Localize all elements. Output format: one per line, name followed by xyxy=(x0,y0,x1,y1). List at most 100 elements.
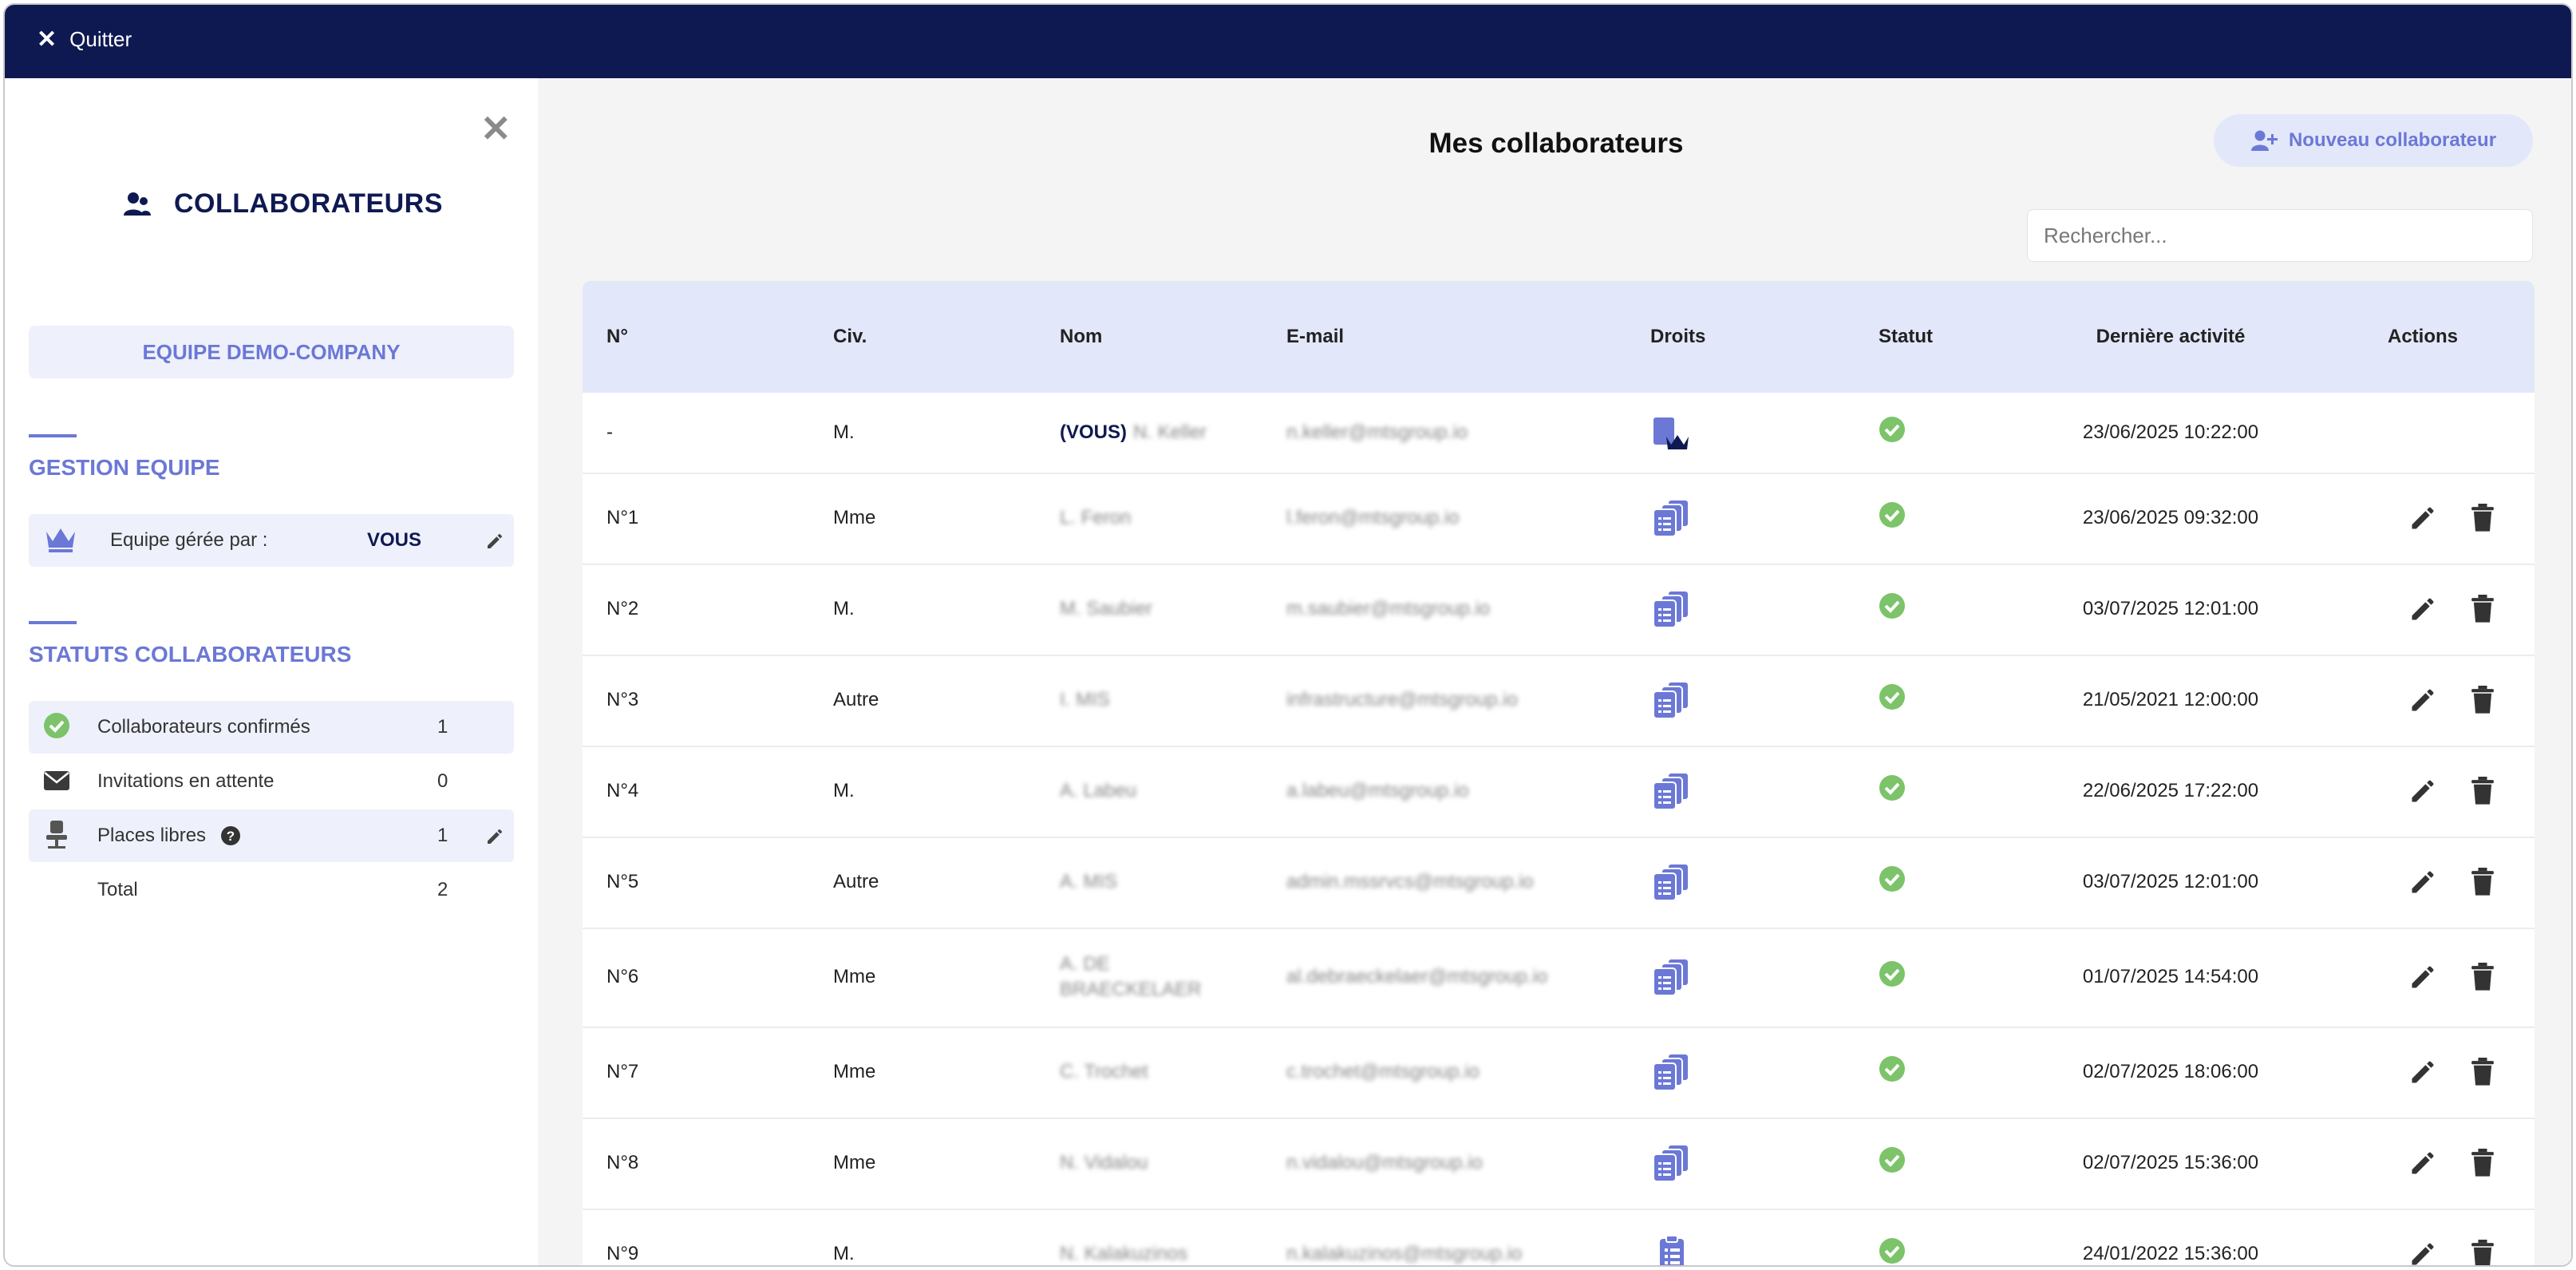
cell-email: l.feron@mtsgroup.io xyxy=(1286,473,1459,564)
trash-icon[interactable] xyxy=(2469,595,2496,623)
collaborator-name: L. Feron xyxy=(1060,507,1132,528)
cell-num: - xyxy=(606,421,613,443)
main-content: Mes collaborateurs Nouveau collaborateur… xyxy=(538,78,2571,1267)
status-count: 0 xyxy=(437,770,448,792)
cell-civ: Mme xyxy=(833,966,876,987)
status-count: 1 xyxy=(437,825,448,846)
clipboard-icon xyxy=(1660,1235,1684,1265)
app-window: ✕ Quitter ✕ COLLABORATEURS EQUIPE DEMO-C… xyxy=(3,3,2573,1267)
table-row[interactable]: N°6 Mme A. DE BRAECKELAER al.debraeckelaer@… xyxy=(583,928,2535,1028)
cell-rights xyxy=(1650,655,1693,746)
cell-last-activity: 21/05/2021 12:00:00 xyxy=(2082,689,2259,710)
trash-icon[interactable] xyxy=(2469,1058,2496,1086)
cell-email: m.saubier@mtsgroup.io xyxy=(1286,564,1490,655)
table-row[interactable]: - M. (VOUS) N. Keller n.keller@mtsgroup.io 23… xyxy=(583,393,2535,474)
collaborator-name: A. DE BRAECKELAER xyxy=(1060,953,1202,1000)
cell-num: N°1 xyxy=(606,507,639,528)
table-row[interactable]: N°4 M. A. Labeu a.labeu@mtsgroup.io 22/06/20… xyxy=(583,746,2535,838)
quit-button[interactable]: ✕ Quitter xyxy=(37,27,132,52)
cell-status xyxy=(1879,564,1906,655)
status-row-free: Places libres ? 1 xyxy=(29,809,514,862)
sidebar-close-icon[interactable]: ✕ xyxy=(480,110,512,147)
edit-places-icon[interactable] xyxy=(485,827,504,846)
status-row-confirmed: Collaborateurs confirmés 1 xyxy=(29,701,514,754)
users-icon xyxy=(124,192,151,216)
sidebar-title: COLLABORATEURS xyxy=(123,188,443,220)
cell-status xyxy=(1879,1209,1906,1265)
edit-icon[interactable] xyxy=(2408,868,2437,896)
managed-by-value: VOUS xyxy=(367,529,422,551)
status-label: Places libres xyxy=(97,825,207,846)
col-header-name: Nom xyxy=(1060,326,1103,347)
help-icon[interactable]: ? xyxy=(220,825,241,846)
edit-icon[interactable] xyxy=(2408,595,2437,623)
cell-num: N°2 xyxy=(606,598,639,619)
cell-rights xyxy=(1650,928,1693,1027)
trash-icon[interactable] xyxy=(2469,686,2496,714)
cell-civ: Autre xyxy=(833,871,879,892)
collaborator-name: A. MIS xyxy=(1060,871,1118,892)
cell-status xyxy=(1879,473,1906,564)
cell-civ: M. xyxy=(833,598,855,619)
table-row[interactable]: N°2 M. M. Saubier m.saubier@mtsgroup.io 03/0… xyxy=(583,564,2535,656)
col-header-email: E-mail xyxy=(1286,326,1345,347)
cell-civ: M. xyxy=(833,421,855,443)
cell-name: A. DE BRAECKELAER xyxy=(1060,928,1219,1027)
edit-icon[interactable] xyxy=(2408,1240,2437,1267)
collaborators-table: N° Civ. Nom E-mail Droits Statut Dernièr… xyxy=(583,281,2535,1267)
col-header-last-activity: Dernière activité xyxy=(2096,326,2246,347)
sidebar: ✕ COLLABORATEURS EQUIPE DEMO-COMPANY GES… xyxy=(5,78,539,1265)
collaborator-email: c.trochet@mtsgroup.io xyxy=(1286,1061,1480,1082)
edit-manager-icon[interactable] xyxy=(485,532,504,551)
trash-icon[interactable] xyxy=(2469,504,2496,532)
collaborator-email: n.keller@mtsgroup.io xyxy=(1286,421,1468,443)
cell-rights xyxy=(1650,1209,1693,1265)
cell-last-activity: 02/07/2025 18:06:00 xyxy=(2082,1061,2259,1082)
trash-icon[interactable] xyxy=(2469,1149,2496,1177)
envelope-icon xyxy=(44,771,69,790)
collaborator-email: infrastructure@mtsgroup.io xyxy=(1286,689,1518,710)
cell-rights xyxy=(1650,837,1693,928)
edit-icon[interactable] xyxy=(2408,963,2437,991)
quit-label: Quitter xyxy=(69,27,132,51)
table-row[interactable]: N°3 Autre I. MIS infrastructure@mtsgroup.io… xyxy=(583,655,2535,747)
cell-name: M. Saubier xyxy=(1060,564,1219,655)
edit-icon[interactable] xyxy=(2408,504,2437,532)
table-row[interactable]: N°7 Mme C. Trochet c.trochet@mtsgroup.io 02/… xyxy=(583,1027,2535,1119)
cell-rights xyxy=(1650,1118,1693,1209)
table-row[interactable]: N°5 Autre A. MIS admin.mssrvcs@mtsgroup.io 0… xyxy=(583,837,2535,929)
table-header: N° Civ. Nom E-mail Droits Statut Dernièr… xyxy=(583,281,2535,393)
edit-icon[interactable] xyxy=(2408,1058,2437,1086)
cell-rights xyxy=(1650,393,1693,473)
trash-icon[interactable] xyxy=(2469,868,2496,896)
cell-name: N. Kalakuzinos xyxy=(1060,1209,1219,1265)
table-row[interactable]: N°9 M. N. Kalakuzinos n.kalakuzinos@mtsgrou… xyxy=(583,1209,2535,1267)
cell-actions xyxy=(2408,928,2496,1027)
check-circle-icon xyxy=(1879,502,1905,528)
table-row[interactable]: N°1 Mme L. Feron l.feron@mtsgroup.io 23/06/2… xyxy=(583,473,2535,565)
cell-num: N°8 xyxy=(606,1152,639,1173)
cell-last-activity: 03/07/2025 12:01:00 xyxy=(2082,871,2259,892)
multi-clipboard-icon xyxy=(1653,1144,1689,1182)
gestion-heading-label: GESTION EQUIPE xyxy=(29,455,220,480)
edit-icon[interactable] xyxy=(2408,777,2437,805)
cell-status xyxy=(1879,1118,1906,1209)
cell-email: a.labeu@mtsgroup.io xyxy=(1286,746,1469,837)
multi-clipboard-icon xyxy=(1653,1053,1689,1091)
collaborator-email: n.kalakuzinos@mtsgroup.io xyxy=(1286,1243,1523,1264)
edit-icon[interactable] xyxy=(2408,1149,2437,1177)
cell-status xyxy=(1879,393,1906,473)
collaborator-email: n.vidalou@mtsgroup.io xyxy=(1286,1152,1483,1173)
search-input[interactable] xyxy=(2027,209,2533,262)
trash-icon[interactable] xyxy=(2469,963,2496,991)
new-collaborator-button[interactable]: Nouveau collaborateur xyxy=(2214,114,2533,167)
cell-actions xyxy=(2408,564,2496,655)
edit-icon[interactable] xyxy=(2408,686,2437,714)
cell-last-activity: 01/07/2025 14:54:00 xyxy=(2082,966,2259,987)
table-row[interactable]: N°8 Mme N. Vidalou n.vidalou@mtsgroup.io 02/… xyxy=(583,1118,2535,1210)
trash-icon[interactable] xyxy=(2469,777,2496,805)
trash-icon[interactable] xyxy=(2469,1240,2496,1267)
check-circle-icon xyxy=(1879,684,1905,710)
status-row-total: Total 2 xyxy=(29,864,514,916)
cell-last-activity: 23/06/2025 10:22:00 xyxy=(2082,421,2259,443)
